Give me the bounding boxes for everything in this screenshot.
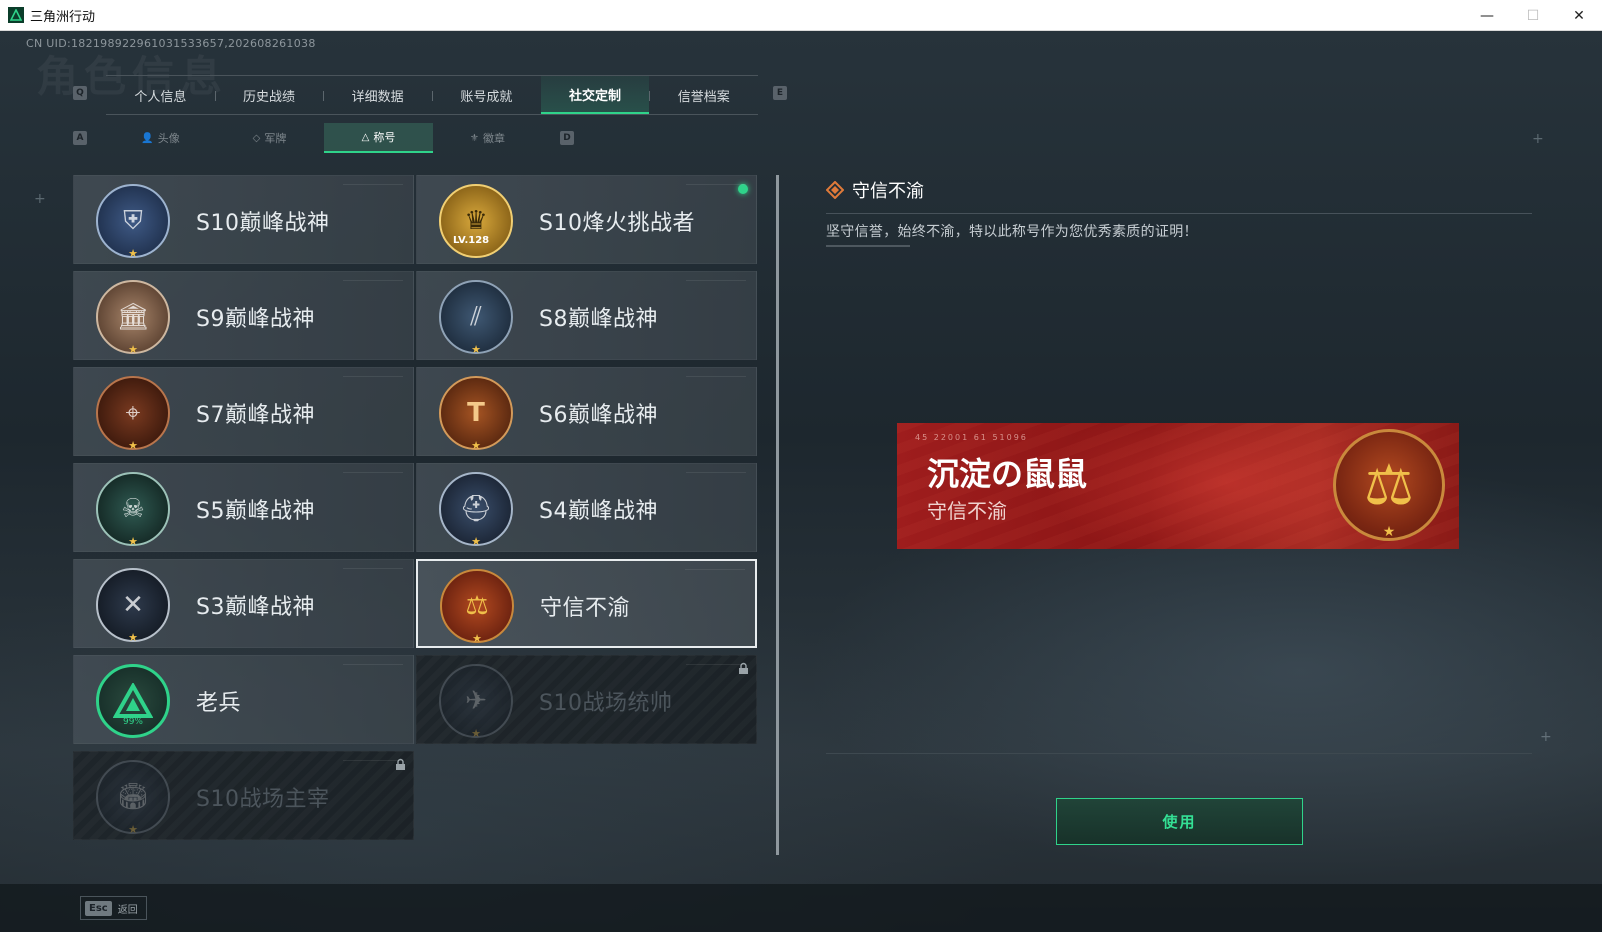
esc-key-icon: Esc — [85, 900, 112, 916]
scales-badge-icon: ⚖ ★ — [440, 569, 514, 645]
tab-detailed-data[interactable]: 详细数据 — [323, 76, 432, 114]
detail-header: 守信不渝 — [826, 177, 924, 203]
maximize-button[interactable]: ☐ — [1510, 0, 1556, 31]
subtab-dogtag[interactable]: ◇ 军牌 — [215, 123, 324, 153]
title-card[interactable]: ✕ ★ S3巅峰战神 — [73, 559, 414, 648]
preview-corner-text: 45 22001 61 51096 — [915, 433, 1028, 442]
gold-helmet-badge-icon: ♛ LV.128 — [439, 184, 513, 258]
title-card[interactable]: 99% 老兵 — [73, 655, 414, 744]
key-a-hint[interactable]: A — [73, 131, 87, 145]
aircraft-badge-icon: ✈ ★ — [439, 664, 513, 740]
key-q-hint[interactable]: Q — [73, 86, 87, 100]
title-label: S8巅峰战神 — [539, 306, 658, 332]
title-label: S10巅峰战神 — [196, 210, 330, 236]
lock-icon — [396, 758, 405, 770]
title-label: 守信不渝 — [540, 595, 631, 621]
fortress-badge-icon: 🏛 ★ — [96, 280, 170, 356]
scales-badge-icon: ⚖ ★ — [1333, 429, 1445, 541]
new-indicator — [738, 184, 748, 194]
stripes-badge-icon: ⫽ ★ — [439, 280, 513, 356]
delta-badge-icon: 99% — [96, 664, 170, 738]
subtab-avatar[interactable]: 👤 头像 — [106, 123, 215, 153]
progress-label: 99% — [122, 717, 143, 727]
title-card-selected[interactable]: ⚖ ★ 守信不渝 — [416, 559, 757, 648]
helmet-badge-icon: ⛑ ★ — [439, 472, 513, 548]
bottom-bar: Esc 返回 — [0, 884, 1602, 932]
use-button[interactable]: 使用 — [1056, 798, 1303, 845]
title-label: S10烽火挑战者 — [539, 210, 695, 236]
app-logo-icon — [8, 7, 24, 23]
detail-description: 坚守信誉，始终不渝，特以此称号作为您优秀素质的证明！ — [826, 224, 1198, 240]
key-d-hint[interactable]: D — [560, 131, 574, 145]
decor-crosshair: + — [1532, 131, 1544, 147]
tab-social-custom[interactable]: 社交定制 — [540, 76, 650, 114]
title-label: S10战场主宰 — [196, 786, 330, 812]
uid-label: CN UID:1821989229610315336​57,2026082610… — [26, 37, 316, 50]
title-card[interactable]: T ★ S6巅峰战神 — [416, 367, 757, 456]
globe-badge-icon: ✕ ★ — [96, 568, 170, 644]
dogtag-icon: ◇ — [252, 132, 261, 144]
title-list-scrollbar[interactable] — [776, 175, 779, 855]
t-shield-badge-icon: T ★ — [439, 376, 513, 452]
shield-badge-icon: ⛨ ★ — [96, 184, 170, 260]
window-title: 三角洲行动 — [30, 9, 96, 25]
title-card[interactable]: ♛ LV.128 S10烽火挑战者 — [416, 175, 757, 264]
subtab-label: 头像 — [157, 132, 180, 145]
subtab-label: 徽章 — [482, 132, 505, 145]
person-icon: 👤 — [141, 132, 154, 144]
divider — [826, 213, 1532, 214]
level-tag: LV.128 — [453, 235, 490, 246]
divider — [826, 245, 910, 247]
title-icon: △ — [361, 131, 370, 143]
key-e-hint[interactable]: E — [773, 86, 787, 100]
game-viewport: 角色信息 CN UID:1821989229610315336​57,20260… — [0, 31, 1602, 932]
diamond-icon — [826, 181, 844, 199]
tab-reputation[interactable]: 信誉档案 — [649, 76, 758, 114]
colosseum-badge-icon: 🏟 ★ — [96, 760, 170, 836]
subtab-label: 称号 — [373, 131, 396, 144]
title-card[interactable]: 🏛 ★ S9巅峰战神 — [73, 271, 414, 360]
title-card[interactable]: ⌖ ★ S7巅峰战神 — [73, 367, 414, 456]
sub-tab-bar: 👤 头像 ◇ 军牌 △ 称号 ⚜ 徽章 — [106, 123, 542, 153]
minimize-button[interactable]: — — [1464, 0, 1510, 31]
title-label: S4巅峰战神 — [539, 498, 658, 524]
detail-title: 守信不渝 — [852, 181, 924, 202]
title-label: 老兵 — [196, 690, 242, 716]
emblem-icon: ⚜ — [470, 132, 479, 144]
subtab-emblem[interactable]: ⚜ 徽章 — [433, 123, 542, 153]
preview-title-name: 守信不渝 — [927, 499, 1007, 523]
title-card[interactable]: ⫽ ★ S8巅峰战神 — [416, 271, 757, 360]
title-label: S7巅峰战神 — [196, 402, 315, 428]
title-label: S3巅峰战神 — [196, 594, 315, 620]
title-card-locked[interactable]: 🏟 ★ S10战场主宰 — [73, 751, 414, 840]
tab-history[interactable]: 历史战绩 — [214, 76, 324, 114]
title-card[interactable]: ⛑ ★ S4巅峰战神 — [416, 463, 757, 552]
subtab-title[interactable]: △ 称号 — [324, 123, 433, 153]
decor-crosshair: + — [34, 191, 46, 207]
skull-badge-icon: ☠ ★ — [96, 472, 170, 548]
title-card[interactable]: ☠ ★ S5巅峰战神 — [73, 463, 414, 552]
decor-crosshair: + — [1540, 729, 1552, 745]
title-card-locked[interactable]: ✈ ★ S10战场统帅 — [416, 655, 757, 744]
back-label: 返回 — [117, 904, 138, 916]
divider — [826, 753, 1532, 754]
title-label: S5巅峰战神 — [196, 498, 315, 524]
rifle-badge-icon: ⌖ ★ — [96, 376, 170, 452]
title-label: S9巅峰战神 — [196, 306, 315, 332]
preview-player-name: 沉淀の鼠鼠 — [927, 455, 1088, 493]
close-button[interactable]: ✕ — [1556, 0, 1602, 31]
title-preview-banner: 45 22001 61 51096 沉淀の鼠鼠 守信不渝 ⚖ ★ — [897, 423, 1459, 549]
main-tab-bar: 个人信息 历史战绩 详细数据 账号成就 社交定制 信誉档案 — [106, 75, 758, 115]
lock-icon — [739, 662, 748, 674]
title-label: S10战场统帅 — [539, 690, 673, 716]
title-card[interactable]: ⛨ ★ S10巅峰战神 — [73, 175, 414, 264]
title-label: S6巅峰战神 — [539, 402, 658, 428]
window-titlebar: 三角洲行动 — ☐ ✕ — [0, 0, 1602, 31]
tab-personal-info[interactable]: 个人信息 — [106, 76, 215, 114]
subtab-label: 军牌 — [264, 132, 287, 145]
back-button[interactable]: Esc 返回 — [80, 896, 147, 920]
tab-achievements[interactable]: 账号成就 — [432, 76, 541, 114]
